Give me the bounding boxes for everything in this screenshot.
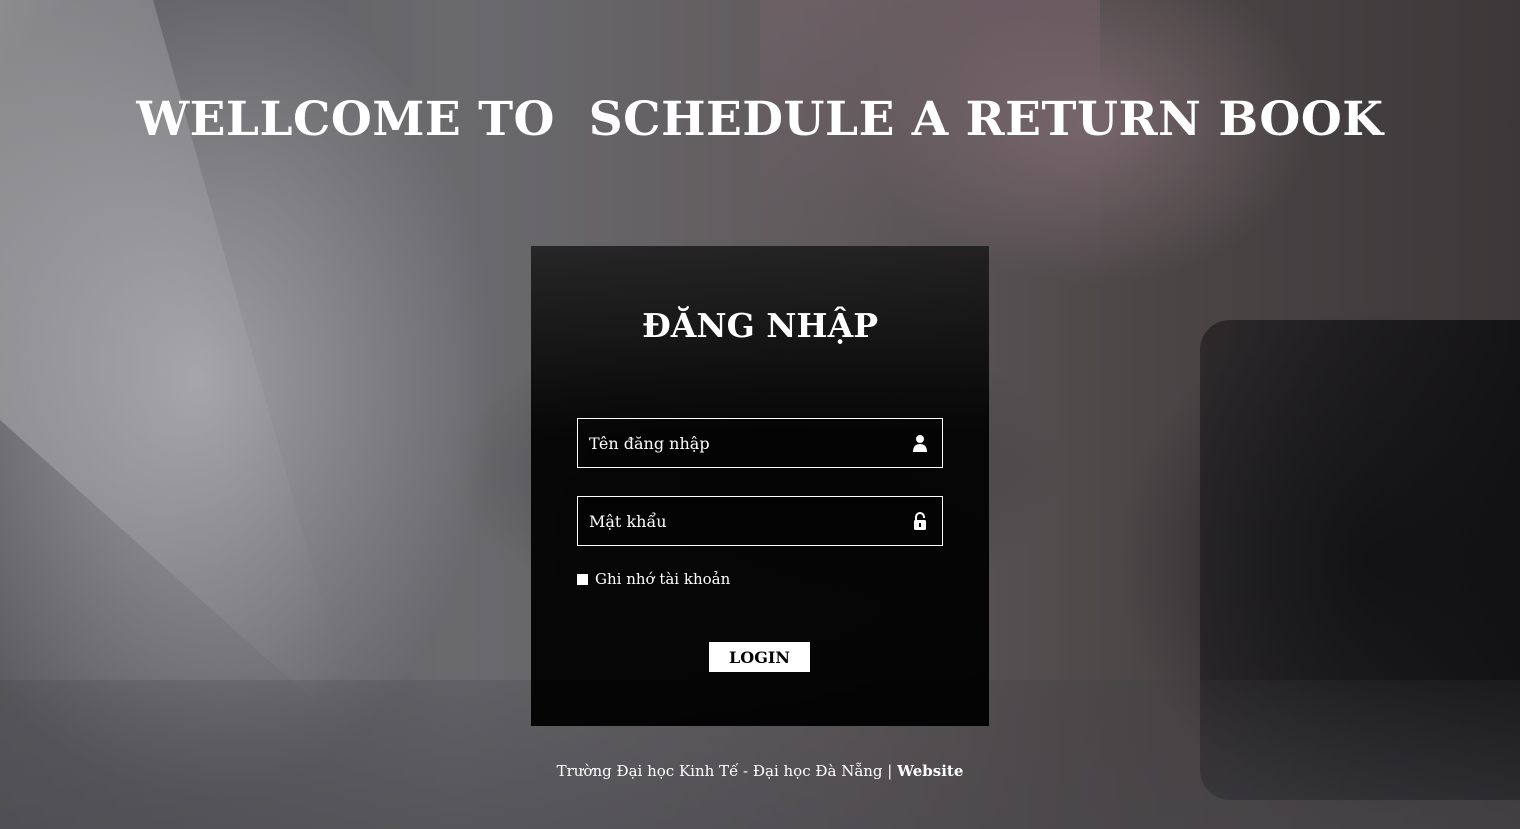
background-mug (1200, 320, 1520, 800)
lock-icon (898, 497, 942, 545)
remember-label: Ghi nhớ tài khoản (595, 570, 731, 588)
username-input[interactable] (578, 419, 898, 467)
page-title: WELLCOME TO SCHEDULE A RETURN BOOK (136, 92, 1384, 147)
footer-text: Trường Đại học Kinh Tế - Đại học Đà Nẵng (556, 762, 883, 780)
username-field[interactable] (577, 418, 943, 468)
user-icon (898, 419, 942, 467)
login-panel: ĐĂNG NHẬP Ghi nhớ tài khoản LOGIN (531, 246, 989, 726)
password-field[interactable] (577, 496, 943, 546)
website-link[interactable]: Website (897, 762, 963, 780)
login-button[interactable]: LOGIN (709, 642, 810, 672)
password-input[interactable] (578, 497, 898, 545)
remember-checkbox[interactable]: Ghi nhớ tài khoản (577, 570, 730, 588)
login-title: ĐĂNG NHẬP (641, 306, 879, 345)
footer: Trường Đại học Kinh Tế - Đại học Đà Nẵng… (0, 762, 1520, 780)
footer-separator: | (882, 762, 898, 780)
checkbox-box[interactable] (577, 573, 588, 585)
